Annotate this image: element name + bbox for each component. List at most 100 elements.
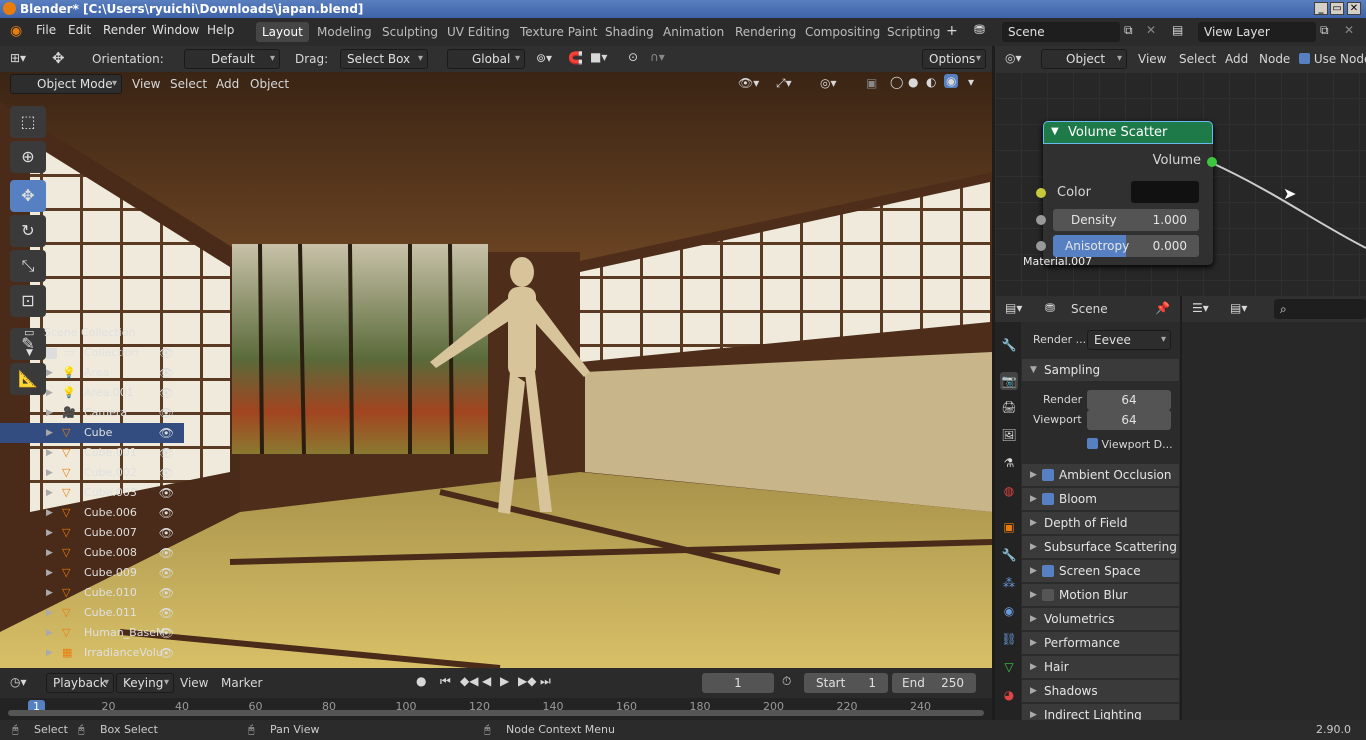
- blender-menu-icon[interactable]: ◉: [10, 23, 22, 39]
- maximize-button[interactable]: ▭: [1330, 2, 1344, 15]
- cursor-tool[interactable]: ⊕: [10, 141, 46, 173]
- expand-icon[interactable]: ▶: [1030, 632, 1037, 654]
- duplicate-scene-icon[interactable]: ⧉: [1124, 23, 1133, 38]
- panel-7[interactable]: ▶ Performance: [1022, 632, 1179, 654]
- node-header[interactable]: ▼ Volume Scatter: [1043, 121, 1213, 144]
- record-icon[interactable]: ●: [416, 674, 426, 688]
- collection-row[interactable]: ▼ ▭ Collection 👁: [0, 343, 184, 363]
- density-input-socket[interactable]: [1036, 215, 1046, 225]
- prev-keyframe-icon[interactable]: ◆◀: [460, 674, 478, 688]
- tab-rendering[interactable]: Rendering: [729, 22, 802, 42]
- panel-9[interactable]: ▶ Shadows: [1022, 680, 1179, 702]
- tab-compositing[interactable]: Compositing: [799, 22, 886, 42]
- outliner-item[interactable]: ▶ ▽ Cube.002 👁: [0, 463, 184, 483]
- panel-8[interactable]: ▶ Hair: [1022, 656, 1179, 678]
- remove-view-layer-icon[interactable]: ✕: [1344, 23, 1354, 37]
- outliner-item[interactable]: ▶ 💡 Area 👁: [0, 363, 184, 383]
- scene-icon[interactable]: ⛃: [974, 23, 985, 38]
- tab-shading[interactable]: Shading: [599, 22, 660, 42]
- clock-icon[interactable]: ⏱: [782, 674, 791, 689]
- display-mode-icon[interactable]: ▤▾: [1230, 301, 1247, 315]
- rotate-tool[interactable]: ↻: [10, 215, 46, 247]
- outliner-item[interactable]: ▶ ▽ Cube.001 👁: [0, 443, 184, 463]
- eye-icon[interactable]: 👁: [159, 343, 174, 363]
- shading-options-icon[interactable]: ▾: [968, 75, 974, 89]
- collection-checkbox[interactable]: [46, 348, 57, 359]
- remove-scene-icon[interactable]: ✕: [1146, 23, 1156, 37]
- rendered-shading-icon[interactable]: ◉: [944, 74, 959, 88]
- expand-icon[interactable]: ▶: [46, 423, 53, 443]
- options-dropdown[interactable]: Options: [922, 49, 986, 69]
- shader-type-dropdown[interactable]: Object: [1041, 49, 1127, 69]
- viewport-menu-view[interactable]: View: [132, 77, 160, 91]
- panel-0[interactable]: ▶ Ambient Occlusion: [1022, 464, 1179, 486]
- viewport-denoise-checkbox[interactable]: Viewport D...: [1087, 438, 1173, 451]
- panel-2[interactable]: ▶ Depth of Field: [1022, 512, 1179, 534]
- panel-checkbox[interactable]: [1042, 565, 1054, 577]
- expand-icon[interactable]: ▶: [1030, 536, 1037, 558]
- proportional-edit-icon[interactable]: ⊙: [628, 50, 638, 64]
- world-tab-icon[interactable]: ◍: [1000, 482, 1018, 500]
- outliner-type-icon[interactable]: ☰▾: [1192, 301, 1209, 315]
- tab-texture-paint[interactable]: Texture Paint: [514, 22, 603, 42]
- expand-icon[interactable]: ▶: [1030, 488, 1037, 510]
- expand-icon[interactable]: ▶: [1030, 656, 1037, 678]
- expand-icon[interactable]: ▶: [1030, 584, 1037, 606]
- panel-3[interactable]: ▶ Subsurface Scattering: [1022, 536, 1179, 558]
- material-shading-icon[interactable]: ◐: [926, 75, 936, 89]
- eye-icon[interactable]: 👁: [159, 603, 174, 623]
- scene-tab-icon[interactable]: ⚗: [1000, 454, 1018, 472]
- menu-edit[interactable]: Edit: [68, 23, 91, 37]
- add-workspace-button[interactable]: +: [946, 23, 958, 39]
- tab-layout[interactable]: Layout: [256, 22, 309, 42]
- panel-5[interactable]: ▶ Motion Blur: [1022, 584, 1179, 606]
- view-layer-icon[interactable]: ▤: [1172, 23, 1183, 37]
- menu-help[interactable]: Help: [207, 23, 234, 37]
- expand-icon[interactable]: ▶: [46, 383, 53, 403]
- use-nodes-checkbox[interactable]: Use Nodes: [1299, 52, 1366, 66]
- expand-icon[interactable]: ▶: [46, 543, 53, 563]
- drag-dropdown[interactable]: Select Box: [340, 49, 428, 69]
- output-tab-icon[interactable]: 🖨: [1000, 398, 1018, 416]
- tab-sculpting[interactable]: Sculpting: [376, 22, 444, 42]
- scene-name-field[interactable]: Scene: [1002, 22, 1120, 42]
- menu-file[interactable]: File: [36, 23, 56, 37]
- eye-icon[interactable]: 👁: [159, 503, 174, 523]
- expand-icon[interactable]: ▶: [1030, 560, 1037, 582]
- select-box-tool[interactable]: ⬚: [10, 106, 46, 138]
- snap-target-icon[interactable]: ■▾: [590, 50, 607, 64]
- panel-6[interactable]: ▶ Volumetrics: [1022, 608, 1179, 630]
- keying-dropdown[interactable]: Keying: [116, 673, 174, 693]
- eye-icon[interactable]: 👁: [159, 623, 174, 643]
- start-frame-field[interactable]: Start 1: [804, 673, 888, 693]
- timeline-scrollbar[interactable]: [8, 710, 984, 716]
- expand-icon[interactable]: ▶: [1030, 608, 1037, 630]
- outliner-item[interactable]: ▶ ▽ Human_BaseM 👁: [0, 623, 184, 643]
- end-frame-field[interactable]: End 250: [892, 673, 976, 693]
- physics-tab-icon[interactable]: ◉: [1000, 602, 1018, 620]
- menu-render[interactable]: Render: [103, 23, 146, 37]
- mode-dropdown[interactable]: Object Mode: [10, 74, 122, 94]
- eye-icon[interactable]: 👁: [159, 643, 174, 663]
- outliner-item[interactable]: ▶ ▽ Cube.007 👁: [0, 523, 184, 543]
- constraints-tab-icon[interactable]: ⛓: [1000, 630, 1018, 648]
- data-tab-icon[interactable]: ▽: [1000, 658, 1018, 676]
- eye-icon[interactable]: 👁: [159, 363, 174, 383]
- view-layer-field[interactable]: View Layer: [1198, 22, 1316, 42]
- transform-orientation-dropdown[interactable]: Global: [447, 49, 525, 69]
- render-engine-dropdown[interactable]: Eevee: [1087, 330, 1171, 350]
- expand-icon[interactable]: ▶: [46, 583, 53, 603]
- tab-uv-editing[interactable]: UV Editing: [441, 22, 516, 42]
- timeline-menu-marker[interactable]: Marker: [221, 676, 262, 690]
- expand-icon[interactable]: ▼: [26, 343, 33, 363]
- viewport-menu-select[interactable]: Select: [170, 77, 207, 91]
- outliner-item[interactable]: ▶ 💡 Area.001 👁: [0, 383, 184, 403]
- close-button[interactable]: ✕: [1347, 2, 1361, 15]
- eye-icon[interactable]: 👁: [159, 443, 174, 463]
- panel-checkbox[interactable]: [1042, 589, 1054, 601]
- overlay-icon[interactable]: ◎▾: [820, 76, 837, 90]
- tool-tab-icon[interactable]: 🔧: [1000, 336, 1018, 354]
- panel-1[interactable]: ▶ Bloom: [1022, 488, 1179, 510]
- expand-icon[interactable]: ▶: [46, 463, 53, 483]
- outliner-item[interactable]: ▶ ▽ Cube.008 👁: [0, 543, 184, 563]
